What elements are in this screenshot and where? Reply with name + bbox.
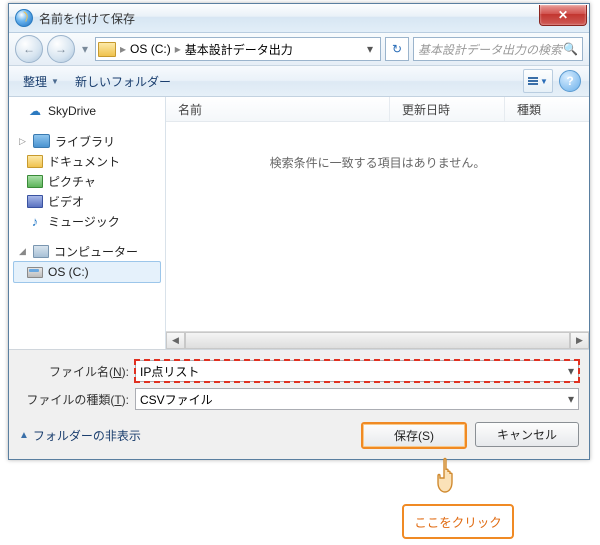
titlebar: 名前を付けて保存 ✕: [9, 4, 589, 33]
refresh-icon: ↻: [392, 42, 402, 56]
scroll-left-icon[interactable]: ◀: [166, 332, 185, 349]
filename-input[interactable]: IP点リスト ▾: [135, 360, 579, 382]
list-view-icon: [528, 77, 538, 85]
arrow-right-icon: →: [55, 42, 67, 56]
address-dropdown[interactable]: ▾: [362, 42, 378, 56]
tree-item-pictures[interactable]: ピクチャ: [9, 171, 165, 191]
organize-button[interactable]: 整理 ▼: [17, 71, 65, 92]
music-icon: ♪: [27, 213, 43, 229]
chevron-down-icon: ▼: [51, 77, 59, 86]
back-button[interactable]: ←: [15, 35, 43, 63]
history-dropdown[interactable]: ▾: [79, 38, 91, 60]
hand-cursor-icon: [432, 456, 466, 500]
filename-label: ファイル名(N):: [19, 363, 129, 380]
new-folder-button[interactable]: 新しいフォルダー: [69, 71, 177, 92]
window-title: 名前を付けて保存: [39, 10, 135, 27]
tree-item-music[interactable]: ♪ ミュージック: [9, 211, 165, 231]
documents-icon: [27, 155, 43, 168]
column-type[interactable]: 種類: [505, 97, 589, 121]
bottom-panel: ファイル名(N): IP点リスト ▾ ファイルの種類(T): CSVファイル ▾…: [9, 349, 589, 459]
navigation-bar: ← → ▾ ▸ OS (C:) ▸ 基本設計データ出力 ▾ ↻ 基本設計データ出…: [9, 33, 589, 66]
app-icon: [15, 9, 33, 27]
callout-label: ここをクリック: [402, 504, 514, 539]
filetype-select[interactable]: CSVファイル ▾: [135, 388, 579, 410]
tree-item-videos[interactable]: ビデオ: [9, 191, 165, 211]
help-icon: ?: [566, 74, 573, 88]
close-button[interactable]: ✕: [539, 5, 587, 26]
computer-icon: [33, 245, 49, 258]
chevron-down-icon[interactable]: ▾: [568, 364, 574, 378]
filetype-label: ファイルの種類(T):: [19, 391, 129, 408]
library-icon: [33, 134, 50, 148]
toolbar: 整理 ▼ 新しいフォルダー ▼ ?: [9, 66, 589, 97]
refresh-button[interactable]: ↻: [385, 37, 409, 61]
scroll-thumb[interactable]: [185, 332, 570, 349]
chevron-down-icon: ▼: [540, 77, 548, 86]
body: ☁ SkyDrive ▷ ライブラリ ドキュメント ピクチャ ビデオ ♪: [9, 97, 589, 349]
tree-item-computer[interactable]: ◢ コンピューター: [9, 241, 165, 261]
expand-icon[interactable]: ▷: [19, 136, 28, 147]
chevron-right-icon: ▸: [120, 42, 126, 56]
save-as-dialog: 名前を付けて保存 ✕ ← → ▾ ▸ OS (C:) ▸ 基本設計データ出力 ▾…: [8, 3, 590, 460]
scroll-right-icon[interactable]: ▶: [570, 332, 589, 349]
pointer-annotation: [0, 460, 600, 504]
tree-item-documents[interactable]: ドキュメント: [9, 151, 165, 171]
tree-item-skydrive[interactable]: ☁ SkyDrive: [9, 101, 165, 121]
view-button[interactable]: ▼: [523, 69, 553, 93]
collapse-icon[interactable]: ◢: [19, 246, 28, 257]
hide-folders-button[interactable]: ▲ フォルダーの非表示: [19, 427, 141, 444]
file-pane: 名前 更新日時 種類 検索条件に一致する項目はありません。 ◀ ▶: [166, 97, 589, 349]
navigation-tree: ☁ SkyDrive ▷ ライブラリ ドキュメント ピクチャ ビデオ ♪: [9, 97, 166, 349]
chevron-up-icon: ▲: [19, 430, 29, 441]
address-drive[interactable]: OS (C:): [130, 42, 171, 56]
pictures-icon: [27, 175, 43, 188]
drive-icon: [27, 267, 43, 278]
address-folder[interactable]: 基本設計データ出力: [185, 41, 293, 58]
videos-icon: [27, 195, 43, 208]
tree-item-drive-c[interactable]: OS (C:): [13, 261, 161, 283]
help-button[interactable]: ?: [559, 70, 581, 92]
column-modified[interactable]: 更新日時: [390, 97, 505, 121]
address-bar[interactable]: ▸ OS (C:) ▸ 基本設計データ出力 ▾: [95, 37, 381, 61]
horizontal-scrollbar[interactable]: ◀ ▶: [166, 331, 589, 349]
close-icon: ✕: [558, 8, 568, 22]
chevron-right-icon: ▸: [175, 42, 181, 56]
column-headers: 名前 更新日時 種類: [166, 97, 589, 122]
search-icon: 🔍: [563, 42, 578, 56]
folder-icon: [98, 42, 116, 57]
tree-item-libraries[interactable]: ▷ ライブラリ: [9, 131, 165, 151]
search-input[interactable]: 基本設計データ出力の検索 🔍: [413, 37, 583, 61]
empty-message: 検索条件に一致する項目はありません。: [166, 154, 589, 171]
cancel-button[interactable]: キャンセル: [475, 422, 579, 447]
chevron-down-icon[interactable]: ▾: [568, 392, 574, 406]
cloud-icon: ☁: [27, 103, 43, 119]
column-name[interactable]: 名前: [166, 97, 390, 121]
save-button[interactable]: 保存(S): [361, 422, 467, 449]
arrow-left-icon: ←: [23, 42, 35, 56]
search-placeholder: 基本設計データ出力の検索: [418, 41, 562, 58]
forward-button[interactable]: →: [47, 35, 75, 63]
